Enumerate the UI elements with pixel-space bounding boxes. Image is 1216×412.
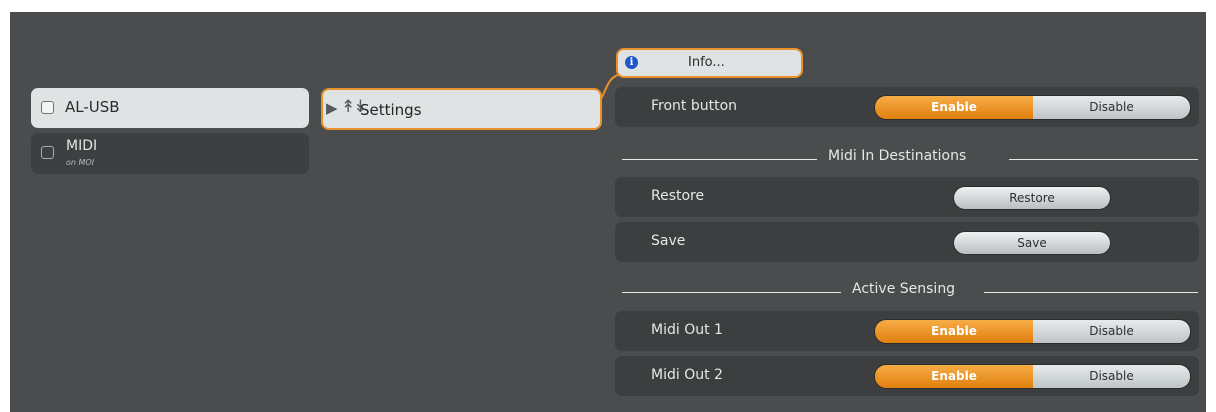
info-icon: i bbox=[625, 56, 638, 69]
midi-out-1-row: Midi Out 1 Enable Disable bbox=[615, 311, 1199, 351]
device-sublabel: on MOI bbox=[66, 158, 95, 167]
front-button-label: Front button bbox=[651, 98, 738, 114]
divider bbox=[984, 292, 1198, 293]
midi-out-2-label: Midi Out 2 bbox=[651, 367, 723, 383]
settings-label: Settings bbox=[360, 101, 422, 119]
device-item-midi[interactable]: MIDI on MOI bbox=[31, 133, 309, 174]
device-label: MIDI bbox=[66, 138, 98, 154]
section-title: Midi In Destinations bbox=[828, 148, 967, 164]
save-button[interactable]: Save bbox=[953, 231, 1111, 255]
midi-out-2-disable[interactable]: Disable bbox=[1033, 365, 1190, 388]
front-button-toggle: Enable Disable bbox=[874, 95, 1191, 120]
section-active-sensing: Active Sensing bbox=[622, 281, 1198, 299]
midi-out-1-toggle: Enable Disable bbox=[874, 319, 1191, 344]
divider bbox=[622, 159, 817, 160]
front-button-enable[interactable]: Enable bbox=[875, 96, 1033, 119]
info-label: Info... bbox=[688, 55, 725, 70]
save-label: Save bbox=[651, 233, 686, 249]
info-node[interactable]: i Info... bbox=[616, 48, 803, 78]
midi-out-2-row: Midi Out 2 Enable Disable bbox=[615, 356, 1199, 396]
checkbox-icon[interactable] bbox=[41, 146, 54, 159]
device-label: AL-USB bbox=[65, 98, 120, 116]
device-item-al-usb[interactable]: AL-USB bbox=[31, 88, 309, 128]
main-panel: AL-USB MIDI on MOI ▶ ↟↡ Settings i Info.… bbox=[10, 12, 1206, 412]
midi-out-1-enable[interactable]: Enable bbox=[875, 320, 1033, 343]
checkbox-icon[interactable] bbox=[41, 101, 54, 114]
front-button-disable[interactable]: Disable bbox=[1033, 96, 1190, 119]
midi-out-1-disable[interactable]: Disable bbox=[1033, 320, 1190, 343]
front-button-row: Front button Enable Disable bbox=[615, 87, 1199, 127]
divider bbox=[1009, 159, 1198, 160]
restore-row: Restore Restore bbox=[615, 177, 1199, 217]
divider bbox=[622, 292, 841, 293]
section-title: Active Sensing bbox=[852, 281, 956, 297]
settings-node[interactable]: ▶ ↟↡ Settings bbox=[321, 88, 602, 130]
restore-button[interactable]: Restore bbox=[953, 186, 1111, 210]
midi-out-2-enable[interactable]: Enable bbox=[875, 365, 1033, 388]
section-midi-in-destinations: Midi In Destinations bbox=[622, 148, 1198, 166]
save-row: Save Save bbox=[615, 222, 1199, 262]
midi-out-1-label: Midi Out 1 bbox=[651, 322, 723, 338]
chevron-right-icon: ▶ bbox=[326, 99, 338, 117]
restore-label: Restore bbox=[651, 188, 705, 204]
midi-out-2-toggle: Enable Disable bbox=[874, 364, 1191, 389]
